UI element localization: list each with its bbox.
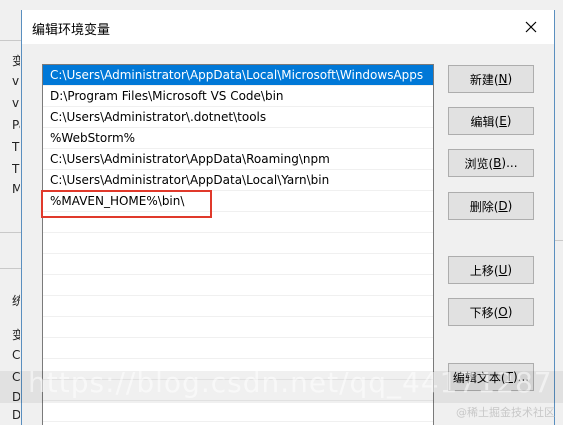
bg-label: Cl [12,348,20,362]
list-item[interactable] [43,233,433,254]
close-button[interactable] [508,10,554,44]
list-item[interactable] [43,254,433,275]
divider [0,40,22,41]
button-label-end: ) [507,72,513,86]
list-item[interactable]: C:\Users\Administrator\AppData\Local\Mic… [43,65,433,86]
close-icon [525,21,537,33]
list-item[interactable]: %WebStorm% [43,128,433,149]
accelerator-key: D [498,199,508,213]
dialog-title: 编辑环境变量 [32,23,111,38]
bg-label: M [12,182,20,196]
list-item[interactable] [43,338,433,359]
bg-label: 统 [12,294,20,308]
button-label-end: ) [507,199,513,213]
list-item[interactable] [43,212,433,233]
title-bar[interactable]: 编辑环境变量 [22,10,554,44]
list-item[interactable] [43,296,433,317]
button-label-end: )... [501,156,518,170]
list-item[interactable] [43,401,433,422]
accelerator-key: E [499,114,507,128]
list-item[interactable]: D:\Program Files\Microsoft VS Code\bin [43,86,433,107]
edit-env-var-dialog: 编辑环境变量 C:\Users\Administrator\AppData\Lo… [21,10,555,425]
bg-label: Di [12,408,20,422]
button-label: 上移( [469,263,499,278]
accelerator-key: U [498,263,508,277]
watermark-brand: @稀土掘金技术社区 [456,406,555,419]
new-button[interactable]: 新建(N) [448,65,534,93]
button-label: 新建( [469,72,499,87]
bg-label: 变 [12,328,20,342]
button-label-end: ) [507,305,513,319]
move-down-button[interactable]: 下移(O) [448,298,534,326]
button-label-end: ) [507,263,513,277]
bg-label: v [12,74,20,88]
list-item[interactable] [43,275,433,296]
edit-button[interactable]: 编辑(E) [448,107,534,135]
accelerator-key: N [498,72,508,86]
list-item[interactable]: C:\Users\Administrator\AppData\Local\Yar… [43,170,433,191]
button-label: 浏览( [464,156,494,171]
button-label: 删除( [469,199,499,214]
accelerator-key: B [493,156,502,170]
bg-label: Pa [12,118,20,132]
button-label: 编辑( [470,114,500,129]
button-label-end: ) [506,114,512,128]
bg-label: v [12,96,20,110]
delete-button[interactable]: 删除(D) [448,192,534,220]
list-item[interactable] [43,317,433,338]
list-item[interactable]: %MAVEN_HOME%\bin\ [43,191,433,212]
browse-button[interactable]: 浏览(B)... [448,149,534,177]
accelerator-key: O [498,305,508,319]
bg-label: T [12,162,20,176]
move-up-button[interactable]: 上移(U) [448,256,534,284]
button-label: 下移( [469,305,499,320]
divider [0,232,22,233]
watermark-text: https://blog.csdn.net/qq_44171287 [28,366,553,399]
divider [0,268,22,269]
bg-label: 变 [12,54,20,68]
bg-label: T [12,140,20,154]
divider [555,240,563,241]
list-item[interactable]: C:\Users\Administrator\.dotnet\tools [43,107,433,128]
list-item[interactable]: C:\Users\Administrator\AppData\Roaming\n… [43,149,433,170]
